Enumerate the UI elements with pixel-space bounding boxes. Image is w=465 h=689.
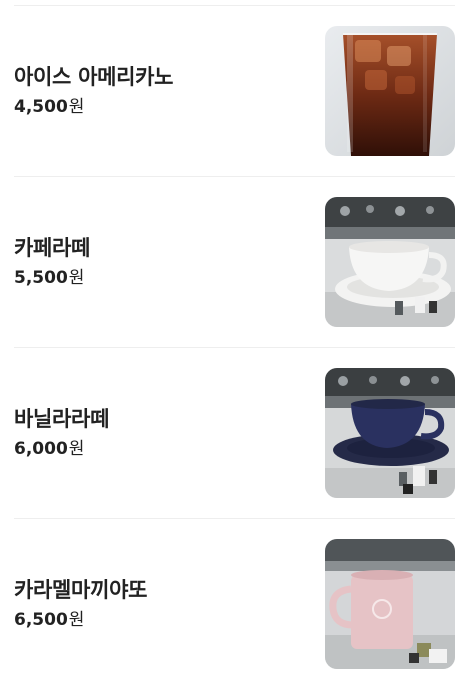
menu-item-caramel-macchiato[interactable]: 카라멜마끼야또 6,500원 (14, 519, 455, 689)
menu-item-price: 6,000원 (14, 437, 109, 461)
menu-item-vanilla-latte[interactable]: 바닐라라떼 6,000원 (14, 348, 455, 519)
price-value: 6,000 (14, 439, 68, 459)
navy-cup-vanilla-latte-photo (325, 368, 455, 498)
menu-item-text: 카페라떼 5,500원 (14, 234, 90, 290)
price-unit: 원 (68, 610, 85, 630)
pink-mug-caramel-macchiato-photo (325, 539, 455, 669)
menu-item-name: 아이스 아메리카노 (14, 65, 174, 89)
price-value: 4,500 (14, 97, 68, 117)
menu-item-price: 5,500원 (14, 266, 90, 290)
price-unit: 원 (68, 439, 85, 459)
menu-item-name: 카라멜마끼야또 (14, 578, 148, 602)
menu-item-name: 카페라떼 (14, 236, 91, 260)
price-value: 5,500 (14, 268, 68, 288)
price-unit: 원 (68, 268, 85, 288)
white-cup-latte-photo (325, 197, 455, 327)
menu-item-price: 4,500원 (14, 95, 173, 119)
menu-item-text: 아이스 아메리카노 4,500원 (14, 63, 173, 119)
menu-item-cafe-latte[interactable]: 카페라떼 5,500원 (14, 177, 455, 348)
menu-list: 아이스 아메리카노 4,500원 카페라떼 5,500원 바닐라라떼 6,000… (0, 6, 465, 689)
price-unit: 원 (68, 97, 85, 117)
iced-americano-photo (325, 26, 455, 156)
price-value: 6,500 (14, 610, 68, 630)
menu-item-iced-americano[interactable]: 아이스 아메리카노 4,500원 (14, 6, 455, 177)
menu-item-text: 카라멜마끼야또 6,500원 (14, 576, 147, 632)
menu-item-name: 바닐라라떼 (14, 407, 110, 431)
menu-item-price: 6,500원 (14, 608, 147, 632)
menu-item-text: 바닐라라떼 6,000원 (14, 405, 109, 461)
